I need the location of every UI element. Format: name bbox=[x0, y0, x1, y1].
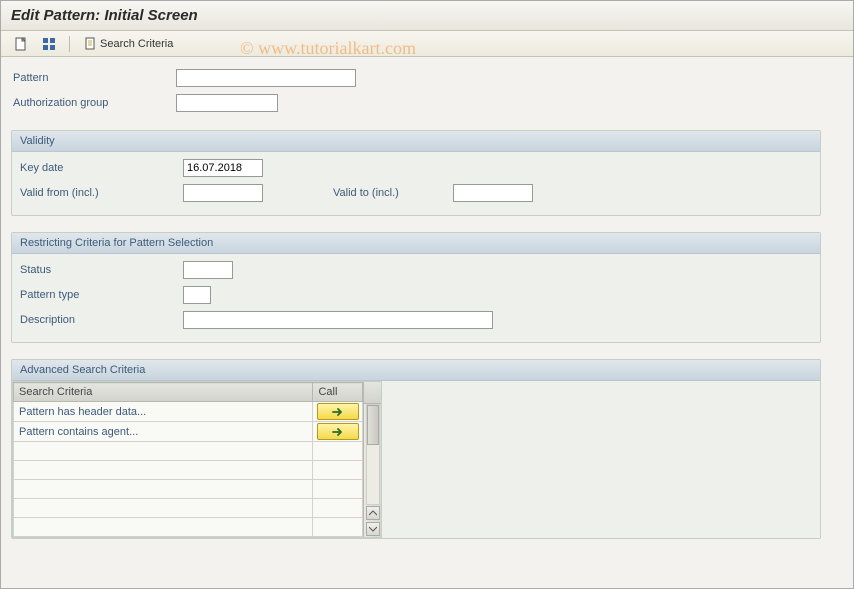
table-row[interactable]: Pattern contains agent... bbox=[14, 422, 363, 442]
scroll-up-button[interactable] bbox=[366, 506, 380, 520]
table-row[interactable] bbox=[14, 518, 363, 537]
toolbar-separator bbox=[69, 36, 70, 52]
desc-label: Description bbox=[18, 314, 183, 326]
content-area: Pattern Authorization group Validity Key… bbox=[1, 57, 853, 549]
call-cell bbox=[313, 461, 363, 480]
criteria-cell[interactable] bbox=[14, 518, 313, 537]
authgroup-input[interactable] bbox=[176, 94, 278, 112]
restricting-group: Restricting Criteria for Pattern Selecti… bbox=[11, 232, 821, 343]
criteria-cell[interactable] bbox=[14, 442, 313, 461]
pattern-label: Pattern bbox=[11, 72, 176, 84]
new-document-icon bbox=[14, 37, 28, 51]
arrow-right-icon bbox=[332, 407, 344, 417]
criteria-cell[interactable]: Pattern has header data... bbox=[14, 402, 313, 422]
call-cell bbox=[313, 402, 363, 422]
chevron-down-icon bbox=[369, 526, 377, 532]
call-cell bbox=[313, 480, 363, 499]
table-scrollbar bbox=[363, 382, 381, 537]
search-list-icon bbox=[83, 37, 97, 51]
advanced-group: Advanced Search Criteria Search Criteria… bbox=[11, 359, 821, 539]
arrow-right-icon bbox=[332, 427, 344, 437]
chevron-up-icon bbox=[369, 510, 377, 516]
validfrom-label: Valid from (incl.) bbox=[18, 187, 183, 199]
call-cell bbox=[313, 442, 363, 461]
validity-group: Validity Key date Valid from (incl.) Val… bbox=[11, 130, 821, 216]
table-header-corner bbox=[364, 382, 381, 404]
validfrom-input[interactable] bbox=[183, 184, 263, 202]
advanced-title: Advanced Search Criteria bbox=[12, 360, 820, 381]
validto-label: Valid to (incl.) bbox=[333, 187, 453, 199]
search-criteria-label: Search Criteria bbox=[100, 38, 173, 50]
call-cell bbox=[313, 422, 363, 442]
keydate-label: Key date bbox=[18, 162, 183, 174]
desc-input[interactable] bbox=[183, 311, 493, 329]
call-button[interactable] bbox=[317, 423, 359, 440]
call-cell bbox=[313, 499, 363, 518]
ptype-label: Pattern type bbox=[18, 289, 183, 301]
table-row[interactable] bbox=[14, 442, 363, 461]
status-label: Status bbox=[18, 264, 183, 276]
col-criteria-header[interactable]: Search Criteria bbox=[14, 383, 313, 402]
page-title: Edit Pattern: Initial Screen bbox=[1, 1, 853, 31]
table-row[interactable] bbox=[14, 461, 363, 480]
restricting-title: Restricting Criteria for Pattern Selecti… bbox=[12, 233, 820, 254]
criteria-cell[interactable]: Pattern contains agent... bbox=[14, 422, 313, 442]
call-cell bbox=[313, 518, 363, 537]
call-button[interactable] bbox=[317, 403, 359, 420]
validto-input[interactable] bbox=[453, 184, 533, 202]
table-row[interactable]: Pattern has header data... bbox=[14, 402, 363, 422]
criteria-cell[interactable] bbox=[14, 480, 313, 499]
create-button[interactable] bbox=[9, 34, 33, 54]
grid-overview-icon bbox=[42, 37, 56, 51]
col-call-header[interactable]: Call bbox=[313, 383, 363, 402]
overview-button[interactable] bbox=[37, 34, 61, 54]
scroll-track[interactable] bbox=[366, 404, 380, 505]
keydate-input[interactable] bbox=[183, 159, 263, 177]
ptype-input[interactable] bbox=[183, 286, 211, 304]
toolbar: Search Criteria bbox=[1, 31, 853, 57]
authgroup-label: Authorization group bbox=[11, 97, 176, 109]
table-row[interactable] bbox=[14, 499, 363, 518]
table-row[interactable] bbox=[14, 480, 363, 499]
status-input[interactable] bbox=[183, 261, 233, 279]
search-criteria-button[interactable]: Search Criteria bbox=[78, 34, 178, 54]
advanced-table-wrap: Search Criteria Call Pattern has header … bbox=[12, 381, 382, 538]
scroll-thumb[interactable] bbox=[367, 405, 379, 445]
advanced-table: Search Criteria Call Pattern has header … bbox=[13, 382, 363, 537]
criteria-cell[interactable] bbox=[14, 461, 313, 480]
scroll-down-button[interactable] bbox=[366, 522, 380, 536]
criteria-cell[interactable] bbox=[14, 499, 313, 518]
pattern-input[interactable] bbox=[176, 69, 356, 87]
validity-title: Validity bbox=[12, 131, 820, 152]
